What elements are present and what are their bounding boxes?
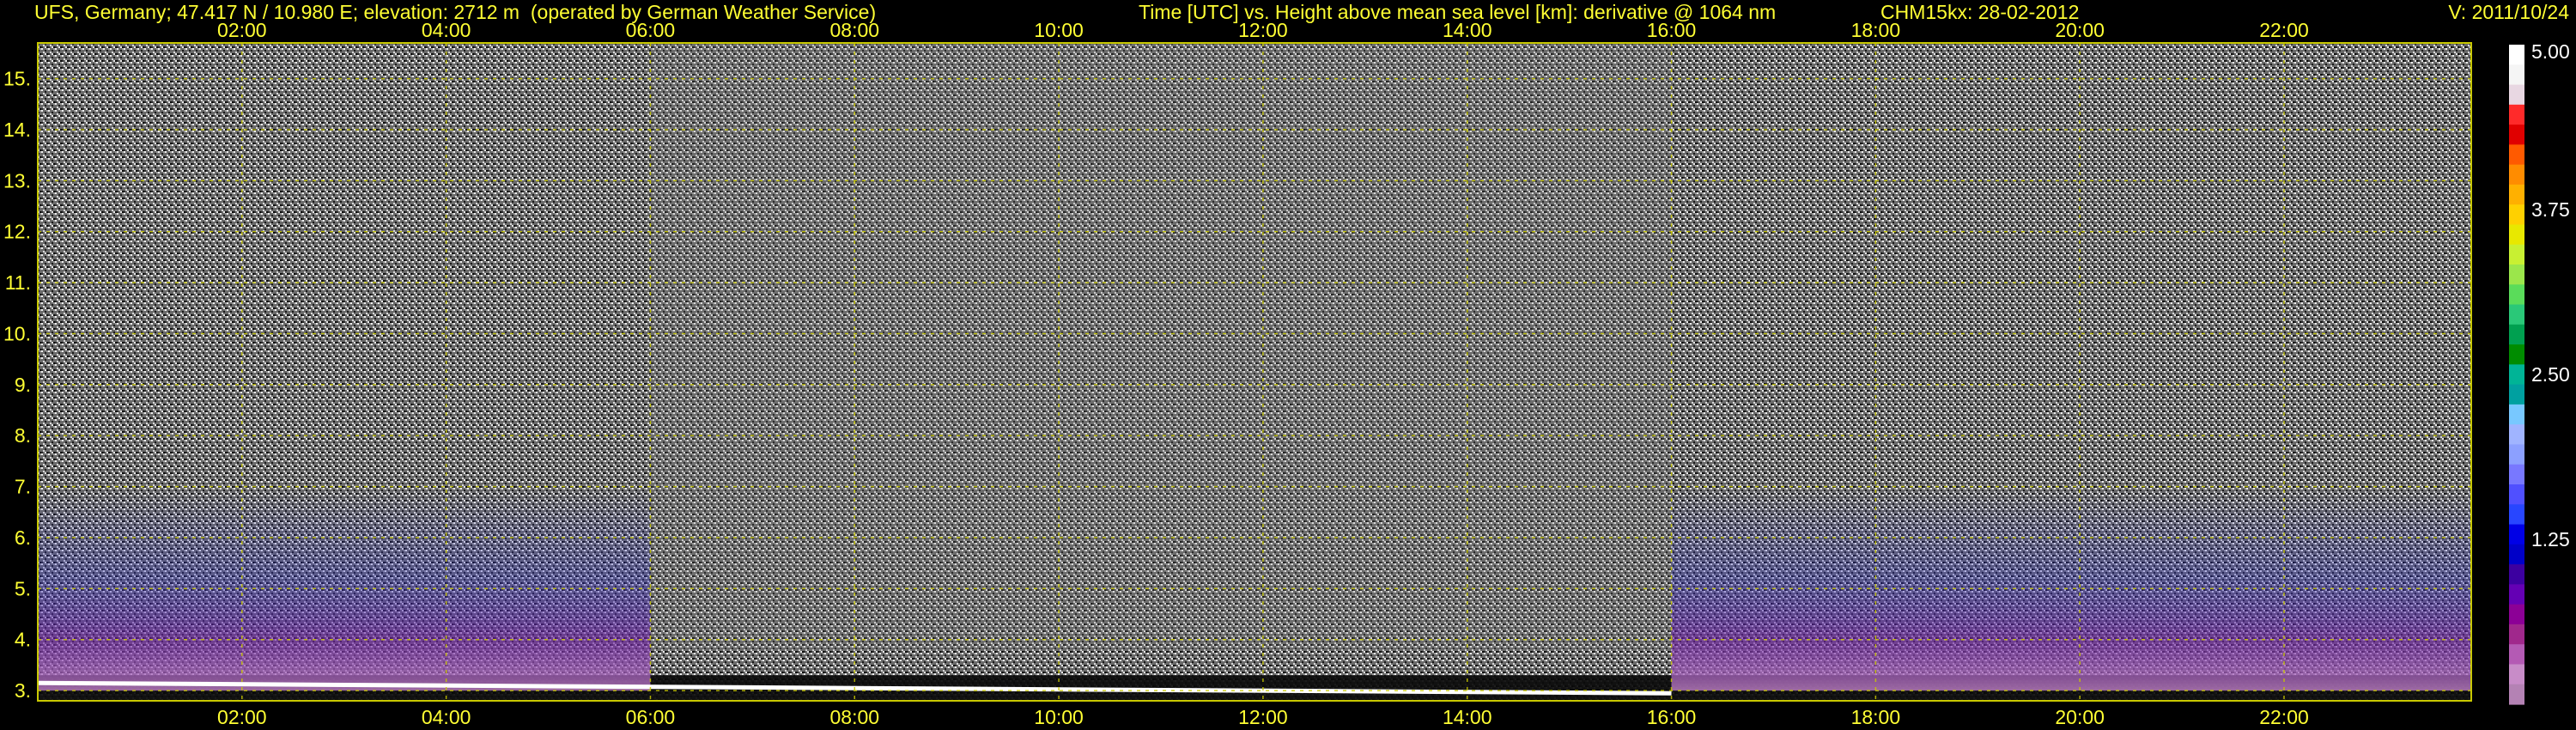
colorbar-label-3: 1.25	[2531, 528, 2570, 551]
colorbar-swatch-12	[2509, 284, 2524, 306]
colorbar-swatch-20	[2509, 444, 2524, 465]
colorbar-label-1: 3.75	[2531, 198, 2570, 221]
y-tick-6: 6.	[15, 526, 31, 549]
colorbar-swatch-2	[2509, 84, 2524, 106]
colorbar-swatch-1	[2509, 64, 2524, 86]
x-tick-top-14:00: 14:00	[1443, 19, 1492, 41]
x-tick-top-10:00: 10:00	[1034, 19, 1084, 41]
x-tick-bottom-20:00: 20:00	[2055, 706, 2105, 728]
y-tick-13: 13.	[3, 169, 31, 192]
y-tick-3: 3.	[15, 679, 31, 702]
colorbar-swatch-15	[2509, 344, 2524, 365]
colorbar-swatch-27	[2509, 584, 2524, 605]
x-tick-bottom-06:00: 06:00	[626, 706, 676, 728]
colorbar: 5.00 3.75 2.50 1.25	[2509, 40, 2570, 705]
colorbar-swatch-13	[2509, 304, 2524, 325]
colorbar-swatch-7	[2509, 184, 2524, 205]
x-tick-bottom-12:00: 12:00	[1238, 706, 1288, 728]
x-tick-top-04:00: 04:00	[422, 19, 471, 41]
x-tick-top-16:00: 16:00	[1647, 19, 1697, 41]
x-tick-top-18:00: 18:00	[1851, 19, 1901, 41]
colorbar-swatch-30	[2509, 644, 2524, 666]
x-tick-top-22:00: 22:00	[2259, 19, 2309, 41]
y-tick-7: 7.	[15, 476, 31, 498]
colorbar-swatch-8	[2509, 204, 2524, 226]
feature-1	[38, 486, 651, 691]
colorbar-swatch-16	[2509, 364, 2524, 386]
colorbar-swatch-11	[2509, 265, 2524, 285]
colorbar-swatch-0	[2509, 45, 2524, 65]
colorbar-swatch-28	[2509, 604, 2524, 625]
colorbar-swatch-29	[2509, 624, 2524, 645]
y-tick-12: 12.	[3, 221, 31, 243]
y-tick-11: 11.	[5, 271, 31, 294]
y-tick-9: 9.	[15, 374, 31, 396]
x-tick-bottom-04:00: 04:00	[422, 706, 471, 728]
colorbar-swatch-25	[2509, 544, 2524, 565]
colorbar-swatch-24	[2509, 524, 2524, 545]
colorbar-swatch-3	[2509, 104, 2524, 125]
colorbar-swatch-4	[2509, 125, 2524, 145]
feature-3	[650, 43, 1672, 650]
x-tick-bottom-08:00: 08:00	[829, 706, 879, 728]
colorbar-swatch-32	[2509, 684, 2524, 705]
colorbar-swatch-6	[2509, 164, 2524, 186]
y-tick-8: 8.	[15, 424, 31, 447]
y-tick-15: 15.	[3, 68, 31, 90]
colorbar-swatch-31	[2509, 664, 2524, 685]
x-tick-bottom-02:00: 02:00	[217, 706, 267, 728]
y-tick-5: 5.	[15, 577, 31, 599]
colorbar-label-2: 2.50	[2531, 363, 2570, 386]
x-tick-top-02:00: 02:00	[217, 19, 267, 41]
colorbar-swatch-10	[2509, 244, 2524, 265]
y-tick-10: 10.	[3, 322, 31, 344]
colorbar-swatch-22	[2509, 484, 2524, 505]
colorbar-swatch-26	[2509, 564, 2524, 585]
x-tick-top-20:00: 20:00	[2055, 19, 2105, 41]
x-tick-top-06:00: 06:00	[626, 19, 676, 41]
heatmap-area	[37, 43, 2471, 701]
x-tick-bottom-16:00: 16:00	[1647, 706, 1697, 728]
x-tick-bottom-22:00: 22:00	[2259, 706, 2309, 728]
x-tick-bottom-14:00: 14:00	[1443, 706, 1492, 728]
colorbar-swatch-14	[2509, 324, 2524, 345]
colorbar-swatch-5	[2509, 144, 2524, 166]
colorbar-swatch-19	[2509, 424, 2524, 446]
x-tick-top-08:00: 08:00	[829, 19, 879, 41]
colorbar-swatch-17	[2509, 384, 2524, 405]
colorbar-swatch-23	[2509, 504, 2524, 526]
colorbar-swatch-21	[2509, 464, 2524, 485]
colorbar-swatch-9	[2509, 224, 2524, 246]
quicklook-chart: 02:00 02:00 04:00 04:00 06:00 06:00 08:00 08:00…	[3, 19, 2570, 728]
x-tick-bottom-18:00: 18:00	[1851, 706, 1901, 728]
x-tick-bottom-10:00: 10:00	[1034, 706, 1084, 728]
x-tick-top-12:00: 12:00	[1238, 19, 1288, 41]
colorbar-swatch-18	[2509, 404, 2524, 425]
y-tick-14: 14.	[3, 119, 31, 141]
y-tick-4: 4.	[15, 629, 31, 651]
colorbar-label-0: 5.00	[2531, 40, 2570, 63]
